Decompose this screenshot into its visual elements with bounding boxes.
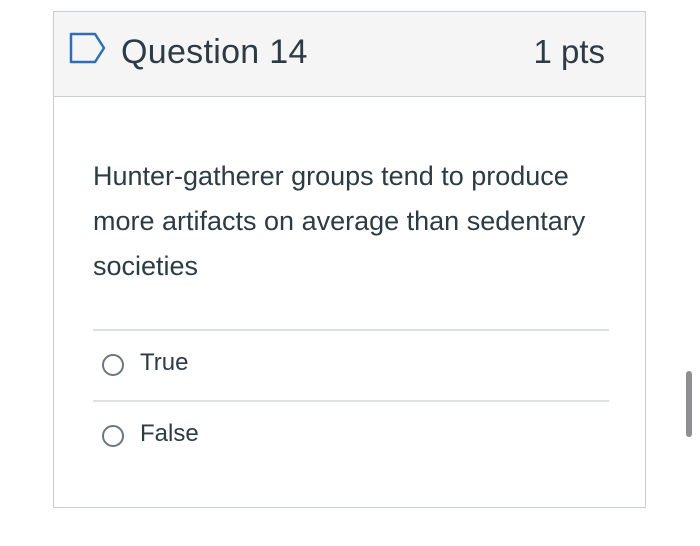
answer-option-true[interactable]: True	[93, 334, 609, 394]
answer-label-true[interactable]: True	[140, 347, 188, 379]
question-header: Question 14 1 pts	[54, 12, 645, 97]
question-title: Question 14	[121, 33, 308, 71]
answer-divider	[93, 329, 609, 331]
scrollbar-thumb[interactable]	[686, 371, 692, 437]
question-points: 1 pts	[533, 33, 605, 70]
radio-button-true[interactable]	[102, 354, 124, 376]
answer-option-false[interactable]: False	[93, 405, 609, 465]
answer-label-false[interactable]: False	[140, 418, 199, 450]
question-card: Question 14 1 pts Hunter-gatherer groups…	[53, 11, 646, 508]
answer-divider	[93, 400, 609, 402]
flag-question-icon[interactable]	[69, 31, 107, 65]
radio-button-false[interactable]	[102, 425, 124, 447]
question-text: Hunter-gatherer groups tend to produce m…	[93, 161, 586, 281]
